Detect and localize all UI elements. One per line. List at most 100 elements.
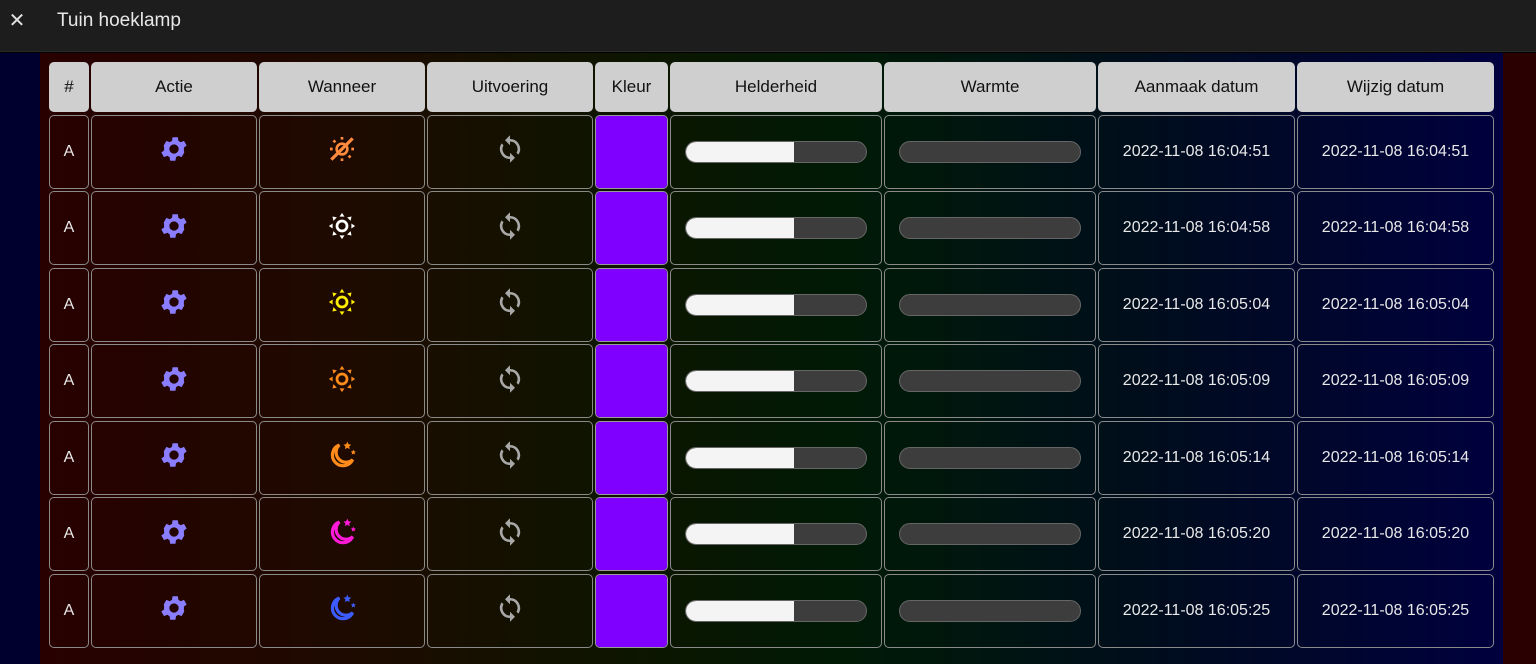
schedule-table: # Actie Wanneer Uitvoering Kleur Helderh… (49, 62, 1494, 648)
sync-icon[interactable] (495, 517, 525, 552)
gear-icon[interactable] (158, 592, 190, 629)
modified-date: 2022-11-08 16:04:58 (1321, 219, 1470, 236)
sync-icon[interactable] (495, 134, 525, 169)
column-header-action[interactable]: Actie (91, 62, 257, 112)
warmth-slider[interactable] (899, 140, 1081, 163)
brightness-slider[interactable] (685, 293, 867, 316)
color-swatch[interactable] (596, 498, 667, 570)
gear-icon[interactable] (158, 286, 190, 323)
when-cell (259, 191, 425, 265)
modified-date: 2022-11-08 16:05:20 (1321, 525, 1470, 542)
color-cell (595, 114, 668, 189)
brightness-slider[interactable] (685, 446, 867, 469)
modified-cell: 2022-11-08 16:04:51 (1297, 114, 1494, 189)
gear-icon[interactable] (158, 133, 190, 170)
column-header-color[interactable]: Kleur (595, 62, 668, 112)
modified-cell: 2022-11-08 16:05:14 (1297, 420, 1494, 495)
created-date: 2022-11-08 16:05:04 (1122, 295, 1271, 313)
brightness-fill (686, 141, 794, 162)
row-id-cell: A (49, 420, 89, 495)
row-id: A (63, 142, 75, 160)
modified-date: 2022-11-08 16:05:25 (1321, 601, 1470, 619)
row-id: A (63, 601, 75, 619)
created-cell: 2022-11-08 16:04:58 (1098, 191, 1295, 265)
sync-icon[interactable] (495, 287, 525, 322)
brightness-fill (686, 294, 794, 315)
color-swatch[interactable] (596, 192, 667, 264)
brightness-cell (670, 344, 882, 418)
color-swatch[interactable] (596, 115, 667, 188)
brightness-fill (686, 447, 794, 468)
sun-icon[interactable] (327, 364, 357, 399)
color-cell (595, 420, 668, 495)
warmth-cell (884, 191, 1096, 265)
color-cell (595, 573, 668, 648)
color-swatch[interactable] (596, 421, 667, 494)
created-cell: 2022-11-08 16:04:51 (1098, 114, 1295, 189)
gear-icon[interactable] (158, 210, 190, 247)
warmth-slider[interactable] (899, 370, 1081, 392)
column-header-when[interactable]: Wanneer (259, 62, 425, 112)
execution-cell (427, 497, 593, 571)
modified-date: 2022-11-08 16:04:51 (1321, 142, 1470, 160)
action-cell (91, 114, 257, 189)
color-swatch[interactable] (596, 574, 667, 647)
warmth-cell (884, 420, 1096, 495)
sun-down-icon[interactable] (326, 133, 358, 170)
brightness-cell (670, 497, 882, 571)
brightness-slider[interactable] (685, 370, 867, 392)
brightness-cell (670, 114, 882, 189)
created-cell: 2022-11-08 16:05:04 (1098, 267, 1295, 342)
warmth-slider[interactable] (899, 293, 1081, 316)
sync-icon[interactable] (495, 211, 525, 246)
gear-icon[interactable] (158, 439, 190, 476)
brightness-slider[interactable] (685, 523, 867, 545)
brightness-slider[interactable] (685, 217, 867, 239)
column-header-warmth[interactable]: Warmte (884, 62, 1096, 112)
sun-icon[interactable] (327, 287, 357, 322)
brightness-fill (686, 524, 794, 544)
warmth-slider[interactable] (899, 599, 1081, 622)
modified-date: 2022-11-08 16:05:14 (1321, 448, 1470, 466)
warmth-slider[interactable] (899, 217, 1081, 239)
gear-icon[interactable] (158, 516, 190, 553)
gear-icon[interactable] (158, 363, 190, 400)
sync-icon[interactable] (495, 364, 525, 399)
title-bar: ✕ Tuin hoeklamp (0, 0, 1536, 52)
moon-stars-icon[interactable] (326, 516, 358, 553)
when-cell (259, 344, 425, 418)
when-cell (259, 114, 425, 189)
close-button[interactable]: ✕ (0, 1, 34, 41)
row-id-cell: A (49, 114, 89, 189)
background-right (1503, 53, 1536, 664)
close-icon: ✕ (8, 10, 26, 32)
sync-icon[interactable] (495, 593, 525, 628)
created-date: 2022-11-08 16:05:20 (1122, 525, 1271, 542)
modified-date: 2022-11-08 16:05:04 (1321, 295, 1470, 313)
row-id: A (63, 448, 75, 466)
modified-cell: 2022-11-08 16:05:04 (1297, 267, 1494, 342)
column-header-created[interactable]: Aanmaak datum (1098, 62, 1295, 112)
sync-icon[interactable] (495, 440, 525, 475)
sun-icon[interactable] (327, 211, 357, 246)
moon-stars-icon[interactable] (326, 439, 358, 476)
created-date: 2022-11-08 16:04:58 (1122, 219, 1271, 236)
brightness-slider[interactable] (685, 599, 867, 622)
warmth-cell (884, 497, 1096, 571)
color-swatch[interactable] (596, 268, 667, 341)
warmth-slider[interactable] (899, 446, 1081, 469)
column-header-brightness[interactable]: Helderheid (670, 62, 882, 112)
brightness-slider[interactable] (685, 140, 867, 163)
warmth-slider[interactable] (899, 523, 1081, 545)
created-cell: 2022-11-08 16:05:09 (1098, 344, 1295, 418)
execution-cell (427, 267, 593, 342)
column-header-execution[interactable]: Uitvoering (427, 62, 593, 112)
column-header-number[interactable]: # (49, 62, 89, 112)
created-date: 2022-11-08 16:04:51 (1122, 142, 1271, 160)
color-swatch[interactable] (596, 345, 667, 417)
when-cell (259, 267, 425, 342)
action-cell (91, 191, 257, 265)
created-cell: 2022-11-08 16:05:20 (1098, 497, 1295, 571)
column-header-modified[interactable]: Wijzig datum (1297, 62, 1494, 112)
moon-stars-icon[interactable] (326, 592, 358, 629)
